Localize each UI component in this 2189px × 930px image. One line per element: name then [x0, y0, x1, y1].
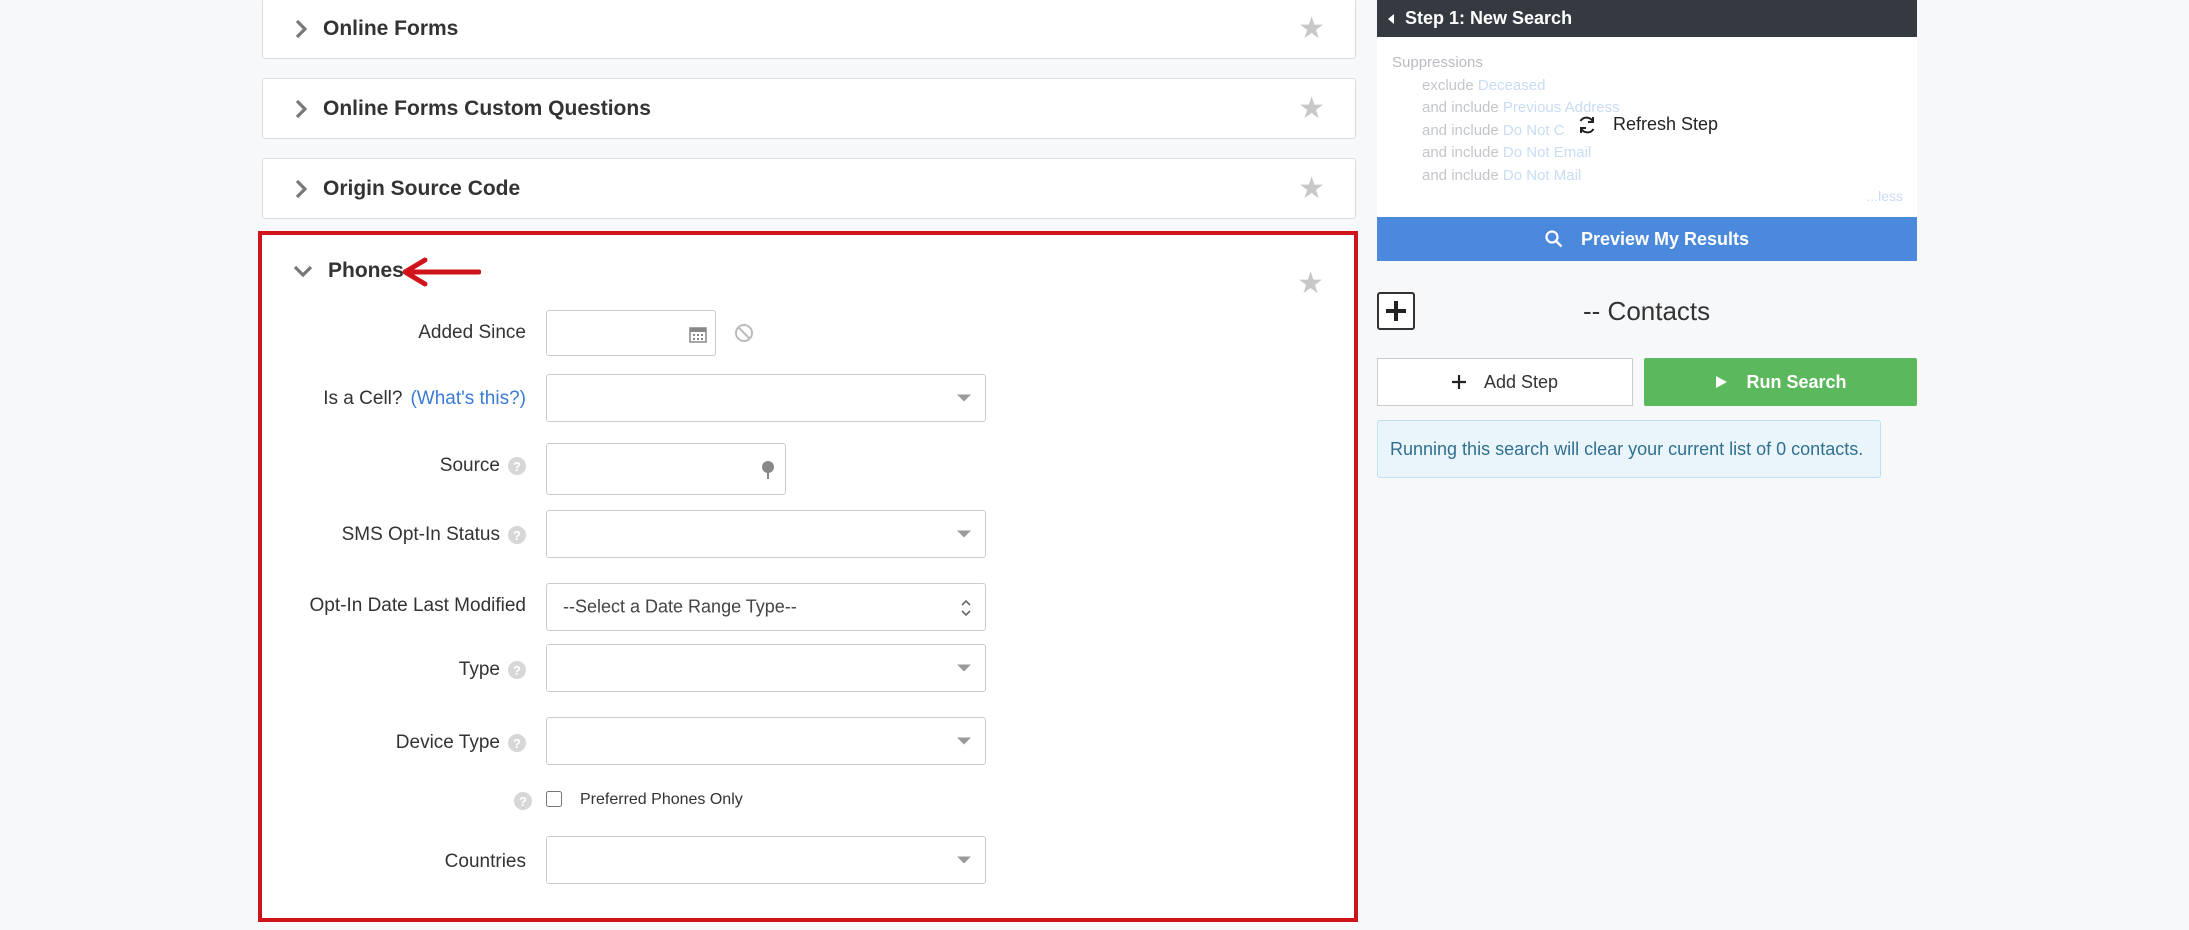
calendar-icon[interactable]	[689, 325, 707, 343]
refresh-step-label: Refresh Step	[1613, 114, 1719, 134]
panel-phones: Phones ★ Added Since Is a Cell? (What's …	[258, 231, 1358, 922]
source-label: Source	[439, 455, 500, 476]
chevron-down-icon	[957, 664, 971, 672]
panel-online-forms[interactable]: Online Forms ★	[262, 0, 1356, 59]
suppression-line: exclude Deceased	[1422, 77, 1546, 94]
chevron-down-icon	[957, 856, 971, 864]
panel-online-forms-custom-questions[interactable]: Online Forms Custom Questions ★	[262, 78, 1356, 139]
chevron-down-icon	[957, 530, 971, 538]
sort-icon	[961, 599, 971, 617]
sms-optin-select[interactable]	[546, 510, 986, 558]
notice-text: Running this search will clear your curr…	[1390, 438, 1864, 459]
refresh-icon	[1579, 116, 1595, 133]
type-label: Type	[458, 659, 500, 680]
suppression-line: and include Do Not C	[1422, 122, 1565, 139]
step-summary: Suppressions exclude Deceased and includ…	[1377, 37, 1917, 217]
preview-results-button[interactable]: Preview My Results	[1377, 217, 1917, 261]
whats-this-link[interactable]: (What's this?)	[410, 388, 526, 410]
clear-list-notice: Running this search will clear your curr…	[1377, 420, 1881, 478]
step-header[interactable]: Step 1: New Search	[1377, 0, 1917, 37]
run-search-button[interactable]: Run Search	[1644, 358, 1917, 406]
preview-results-label: Preview My Results	[1580, 228, 1750, 249]
help-icon[interactable]: ?	[508, 457, 526, 475]
optin-date-label: Opt-In Date Last Modified	[309, 595, 527, 616]
caret-left-icon	[1388, 13, 1394, 24]
tree-icon[interactable]	[759, 460, 777, 480]
row-is-cell: Is a Cell? (What's this?)	[262, 374, 1354, 422]
add-icon-button[interactable]	[1377, 292, 1415, 330]
run-search-label: Run Search	[1746, 371, 1847, 392]
preferred-only-checkbox[interactable]	[546, 791, 562, 807]
type-select[interactable]	[546, 644, 986, 692]
is-cell-select[interactable]	[546, 374, 986, 422]
row-preferred-only: ? Preferred Phones Only	[262, 788, 1354, 818]
less-link[interactable]: ...less	[1866, 188, 1903, 204]
row-source: Source ?	[262, 443, 1354, 495]
help-icon[interactable]: ?	[508, 526, 526, 544]
optin-date-value: --Select a Date Range Type--	[563, 596, 797, 617]
source-input[interactable]	[546, 443, 786, 495]
play-icon	[1716, 376, 1728, 388]
row-optin-date: Opt-In Date Last Modified --Select a Dat…	[262, 583, 1354, 631]
add-step-label: Add Step	[1483, 371, 1559, 392]
panel-title: Origin Source Code	[323, 176, 521, 200]
search-icon	[1545, 230, 1563, 248]
countries-select[interactable]	[546, 836, 986, 884]
step-title: Step 1: New Search	[1405, 8, 1573, 28]
red-arrow-annotation	[402, 257, 481, 287]
panel-phones-header[interactable]: Phones	[292, 259, 404, 283]
chevron-down-icon	[957, 737, 971, 745]
contacts-title: -- Contacts	[1583, 296, 1711, 326]
device-type-label: Device Type	[395, 732, 500, 753]
device-type-select[interactable]	[546, 717, 986, 765]
suppression-line: and include Do Not Mail	[1422, 167, 1582, 184]
suppression-line: and include Do Not Email	[1422, 144, 1592, 161]
added-since-label: Added Since	[418, 322, 526, 343]
star-icon[interactable]: ★	[1298, 13, 1325, 44]
panel-title: Phones	[328, 259, 404, 282]
star-icon[interactable]: ★	[1298, 173, 1325, 204]
panel-title: Online Forms Custom Questions	[323, 96, 651, 120]
chevron-down-icon	[957, 394, 971, 402]
help-icon[interactable]: ?	[508, 734, 526, 752]
chevron-down-icon	[293, 265, 313, 278]
help-icon[interactable]: ?	[514, 792, 532, 810]
chevron-right-icon	[295, 99, 308, 118]
suppressions-label: Suppressions	[1392, 54, 1483, 71]
help-icon[interactable]: ?	[508, 661, 526, 679]
chevron-right-icon	[295, 179, 308, 198]
clear-icon[interactable]	[734, 323, 754, 343]
added-since-input[interactable]	[546, 310, 716, 356]
chevron-right-icon	[295, 19, 308, 38]
countries-label: Countries	[444, 851, 526, 872]
row-countries: Countries	[262, 836, 1354, 884]
star-icon[interactable]: ★	[1298, 93, 1325, 124]
panel-title: Online Forms	[323, 16, 459, 40]
is-cell-label: Is a Cell?	[323, 388, 403, 409]
row-type: Type ?	[262, 644, 1354, 692]
panel-origin-source-code[interactable]: Origin Source Code ★	[262, 158, 1356, 219]
optin-date-select[interactable]: --Select a Date Range Type--	[546, 583, 986, 631]
star-icon[interactable]: ★	[1297, 269, 1324, 299]
refresh-step-button[interactable]: Refresh Step	[1577, 114, 1718, 135]
plus-icon	[1451, 375, 1466, 389]
plus-icon	[1386, 301, 1406, 321]
sms-optin-label: SMS Opt-In Status	[341, 524, 500, 545]
row-sms-optin: SMS Opt-In Status ?	[262, 510, 1354, 558]
preferred-only-label[interactable]: Preferred Phones Only	[580, 791, 743, 809]
row-device-type: Device Type ?	[262, 717, 1354, 765]
add-step-button[interactable]: Add Step	[1377, 358, 1633, 406]
row-added-since: Added Since	[262, 310, 1354, 356]
